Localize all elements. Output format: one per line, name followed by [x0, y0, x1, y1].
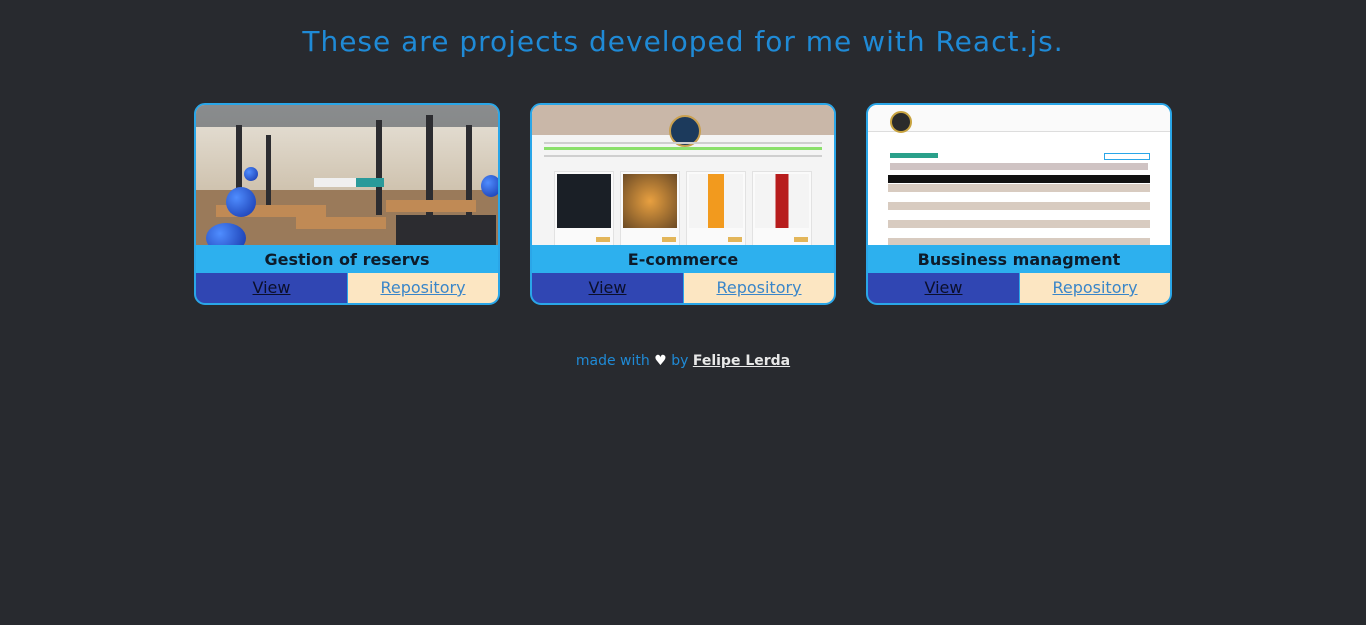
- footer-by: by: [671, 353, 689, 369]
- project-actions: View Repository: [532, 273, 834, 303]
- heart-icon: ♥: [654, 353, 667, 369]
- page-title: These are projects developed for me with…: [302, 25, 1064, 58]
- project-card: Gestion of reservs View Repository: [194, 103, 500, 305]
- view-button[interactable]: View: [868, 273, 1020, 303]
- project-actions: View Repository: [868, 273, 1170, 303]
- project-screenshot-ecommerce: [532, 105, 834, 245]
- project-title: E-commerce: [627, 250, 739, 269]
- project-actions: View Repository: [196, 273, 498, 303]
- project-screenshot-management: [868, 105, 1170, 245]
- view-button[interactable]: View: [196, 273, 348, 303]
- footer: made with ♥ by Felipe Lerda: [0, 353, 1366, 369]
- project-card: E-commerce View Repository: [530, 103, 836, 305]
- view-button[interactable]: View: [532, 273, 684, 303]
- repository-button[interactable]: Repository: [348, 273, 498, 303]
- project-screenshot-reservations: [196, 105, 498, 245]
- project-title: Bussiness managment: [917, 250, 1121, 269]
- footer-prefix: made with: [575, 353, 650, 369]
- repository-button[interactable]: Repository: [684, 273, 834, 303]
- projects-grid: Gestion of reservs View Repository E-com…: [194, 103, 1172, 305]
- project-card: Bussiness managment View Repository: [866, 103, 1172, 305]
- repository-button[interactable]: Repository: [1020, 273, 1170, 303]
- project-title: Gestion of reservs: [264, 250, 430, 269]
- author-link[interactable]: Felipe Lerda: [693, 353, 790, 369]
